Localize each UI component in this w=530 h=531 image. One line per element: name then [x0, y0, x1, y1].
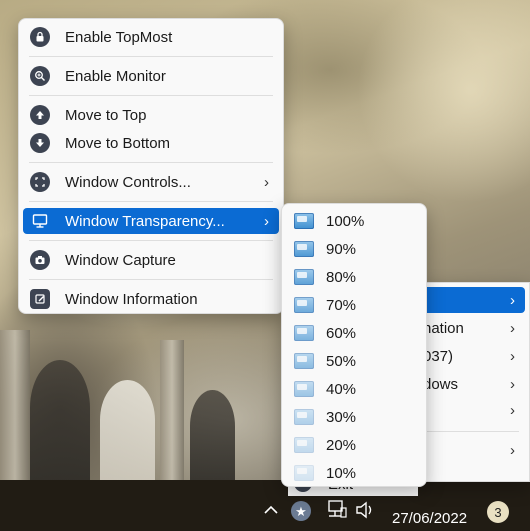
transparency-icon	[294, 437, 314, 453]
transparency-option[interactable]: 80%	[286, 264, 422, 290]
transparency-value: 40%	[326, 380, 357, 398]
wallpaper-arch	[190, 390, 235, 480]
transparency-icon	[294, 241, 314, 257]
menu-separator	[29, 240, 273, 241]
transparency-value: 50%	[326, 352, 357, 370]
menu-separator	[423, 431, 519, 432]
chevron-right-icon: ›	[264, 173, 269, 191]
tray-menu-label: 037)	[423, 347, 454, 365]
chevron-right-icon: ›	[510, 375, 515, 393]
menu-item-label: Window Transparency...	[65, 212, 225, 230]
menu-item-label: Window Capture	[65, 251, 176, 269]
tray-app-icon[interactable]: ★	[291, 501, 311, 521]
edit-note-icon	[30, 289, 50, 309]
menu-item-label: Window Controls...	[65, 173, 191, 191]
chevron-right-icon: ›	[510, 441, 515, 459]
transparency-option[interactable]: 30%	[286, 404, 422, 430]
menu-item-enable-topmost[interactable]: Enable TopMost	[23, 24, 279, 50]
transparency-option[interactable]: 50%	[286, 348, 422, 374]
tray-context-menu: › nation › 037) › dows › › ›	[418, 282, 530, 482]
transparency-value: 100%	[326, 212, 365, 230]
network-icon[interactable]	[326, 498, 348, 520]
transparency-option[interactable]: 10%	[286, 460, 422, 486]
tray-menu-label: dows	[423, 375, 459, 393]
transparency-icon	[294, 353, 314, 369]
transparency-icon	[294, 409, 314, 425]
menu-item-label: Window Information	[65, 290, 198, 308]
transparency-icon	[294, 213, 314, 229]
volume-icon[interactable]	[354, 500, 376, 520]
clock-date[interactable]: 27/06/2022	[392, 510, 467, 527]
transparency-option[interactable]: 100%	[286, 208, 422, 234]
menu-item-label: Move to Bottom	[65, 134, 171, 152]
transparency-option[interactable]: 40%	[286, 376, 422, 402]
notification-badge[interactable]: 3	[487, 501, 509, 523]
transparency-value: 70%	[326, 296, 357, 314]
menu-item-label: Move to Top	[65, 106, 147, 124]
transparency-option[interactable]: 70%	[286, 292, 422, 318]
wallpaper-pillar	[160, 340, 184, 480]
tray-menu-label: nation	[423, 319, 464, 337]
transparency-value: 90%	[326, 240, 357, 258]
wallpaper-pillar	[0, 330, 30, 480]
menu-separator	[29, 56, 273, 57]
menu-item-window-information[interactable]: Window Information	[23, 286, 279, 312]
tray-menu-item[interactable]: 037) ›	[419, 343, 525, 369]
tray-menu-item[interactable]: nation ›	[419, 315, 525, 341]
menu-item-label: Enable Monitor	[65, 67, 166, 85]
transparency-submenu: 100% 90% 80% 70% 60% 50% 40% 30% 20% 10%	[281, 203, 427, 487]
menu-item-move-to-top[interactable]: Move to Top	[23, 102, 279, 128]
menu-item-window-controls[interactable]: Window Controls... ›	[23, 169, 279, 195]
menu-item-move-to-bottom[interactable]: Move to Bottom	[23, 130, 279, 156]
chevron-right-icon: ›	[264, 212, 269, 230]
transparency-icon	[294, 325, 314, 341]
menu-separator	[29, 95, 273, 96]
transparency-value: 10%	[326, 464, 357, 482]
chevron-right-icon: ›	[510, 319, 515, 337]
arrow-up-icon	[30, 105, 50, 125]
camera-icon	[30, 250, 50, 270]
menu-item-window-capture[interactable]: Window Capture	[23, 247, 279, 273]
chevron-right-icon: ›	[510, 291, 515, 309]
transparency-value: 60%	[326, 324, 357, 342]
tray-menu-item[interactable]: dows ›	[419, 371, 525, 397]
menu-separator	[29, 162, 273, 163]
menu-separator	[29, 201, 273, 202]
transparency-icon	[294, 381, 314, 397]
window-controls-icon	[30, 172, 50, 192]
transparency-value: 80%	[326, 268, 357, 286]
menu-item-enable-monitor[interactable]: Enable Monitor	[23, 63, 279, 89]
chevron-right-icon: ›	[510, 347, 515, 365]
zoom-in-icon	[30, 66, 50, 86]
menu-item-window-transparency[interactable]: Window Transparency... ›	[23, 208, 279, 234]
tray-menu-item[interactable]: ›	[419, 287, 525, 313]
window-context-menu: Enable TopMost Enable Monitor Move to To…	[18, 18, 284, 314]
lock-icon	[30, 27, 50, 47]
menu-item-label: Enable TopMost	[65, 28, 173, 46]
transparency-icon	[294, 465, 314, 481]
transparency-icon	[294, 297, 314, 313]
chevron-up-icon[interactable]	[263, 502, 279, 518]
arrow-down-icon	[30, 133, 50, 153]
menu-separator	[29, 279, 273, 280]
transparency-value: 20%	[326, 436, 357, 454]
chevron-right-icon: ›	[510, 401, 515, 419]
wallpaper-arch	[100, 380, 155, 480]
transparency-option[interactable]: 20%	[286, 432, 422, 458]
monitor-icon	[30, 211, 50, 231]
tray-menu-item[interactable]: ›	[419, 397, 525, 423]
transparency-option[interactable]: 60%	[286, 320, 422, 346]
transparency-option[interactable]: 90%	[286, 236, 422, 262]
tray-menu-item[interactable]: ›	[419, 437, 525, 463]
wallpaper-arch	[30, 360, 90, 480]
transparency-value: 30%	[326, 408, 357, 426]
transparency-icon	[294, 269, 314, 285]
